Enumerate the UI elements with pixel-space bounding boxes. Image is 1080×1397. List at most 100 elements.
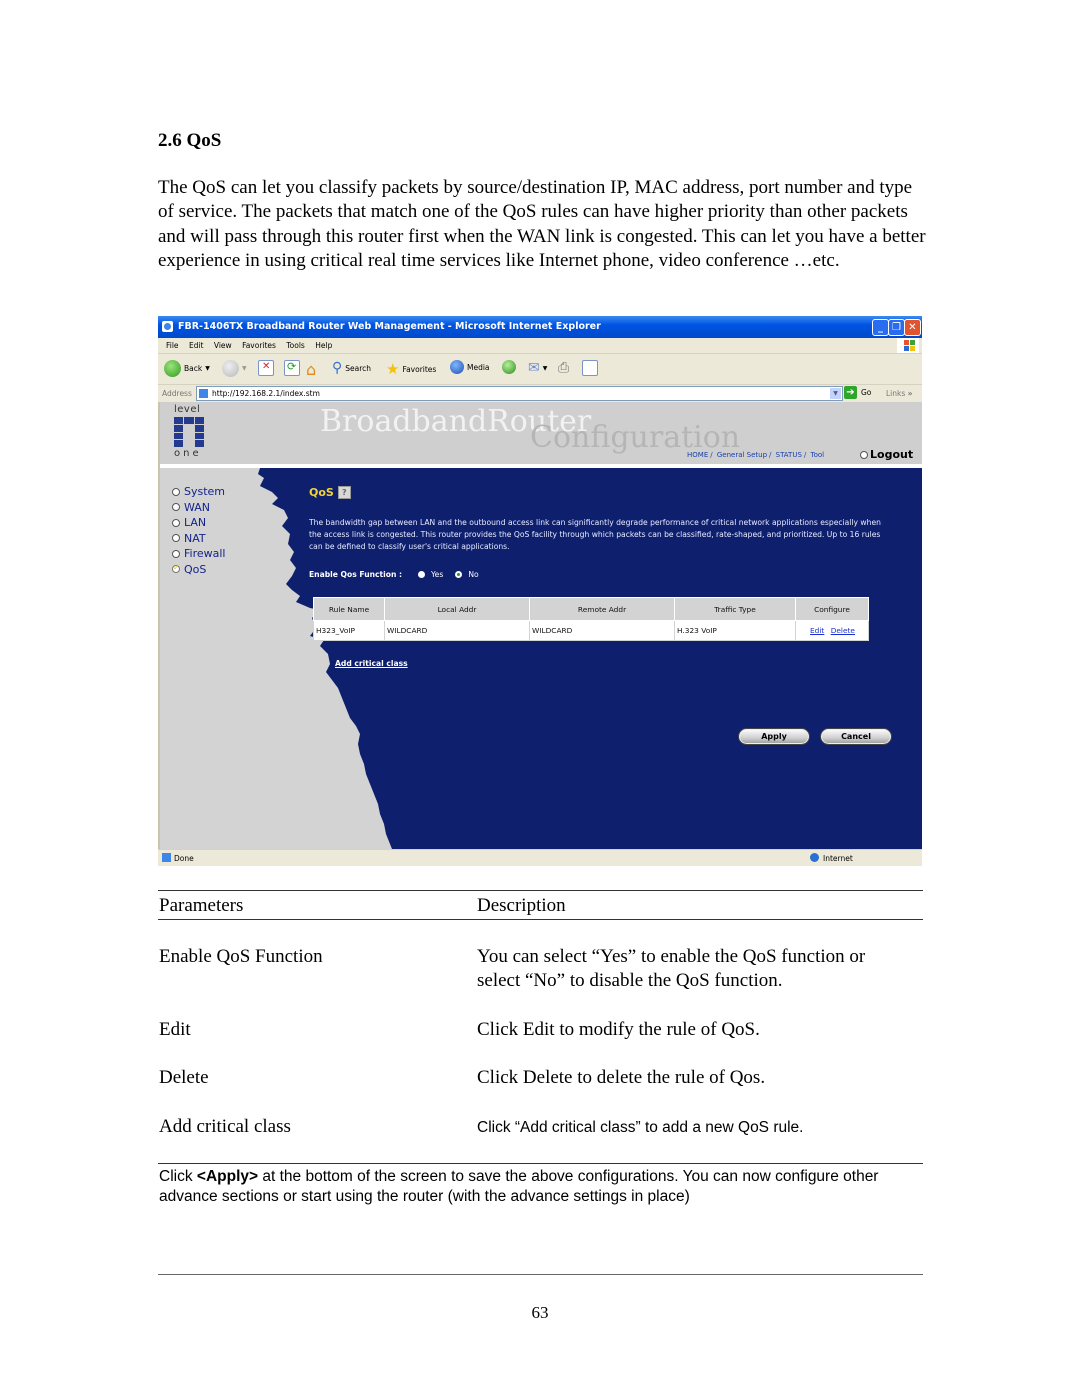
zone-text: Internet bbox=[823, 854, 853, 863]
desc-edit: Click Edit to modify the rule of QoS. bbox=[477, 1019, 760, 1040]
enable-yes-label: Yes bbox=[431, 570, 444, 579]
qos-description: The bandwidth gap between LAN and the ou… bbox=[309, 518, 881, 551]
close-button[interactable]: ✕ bbox=[904, 319, 921, 336]
sidebar-item-lan[interactable]: LAN bbox=[172, 515, 225, 531]
page-number: 63 bbox=[531, 1303, 549, 1322]
cancel-button[interactable]: Cancel bbox=[820, 728, 892, 745]
mail-button[interactable]: ✉ ▼ bbox=[528, 360, 547, 376]
address-url: http://192.168.2.1/index.stm bbox=[212, 389, 320, 398]
sidebar-nav: System WAN LAN NAT Firewall QoS bbox=[172, 484, 225, 577]
enable-no-label: No bbox=[468, 570, 479, 579]
menu-tools[interactable]: Tools bbox=[286, 341, 304, 350]
menu-favorites[interactable]: Favorites bbox=[242, 341, 276, 350]
cell-remote-addr: WILDCARD bbox=[529, 620, 675, 641]
print-button[interactable]: ⎙ bbox=[558, 360, 569, 376]
cell-local-addr: WILDCARD bbox=[384, 620, 530, 641]
refresh-button[interactable]: ⟳ bbox=[284, 360, 300, 376]
footer-rule bbox=[158, 1274, 923, 1275]
nav-general-setup[interactable]: General Setup bbox=[717, 451, 767, 459]
bullet-icon bbox=[172, 518, 180, 527]
qos-rules-table: Rule Name Local Addr Remote Addr Traffic… bbox=[313, 597, 869, 641]
param-add-critical-class: Add critical class bbox=[159, 1116, 291, 1137]
levelone-logo: level one bbox=[172, 404, 212, 462]
go-button[interactable]: ➔ Go bbox=[844, 386, 871, 399]
menu-file[interactable]: File bbox=[166, 341, 179, 350]
logout-bullet-icon bbox=[860, 450, 868, 459]
bullet-icon bbox=[172, 487, 180, 496]
history-button[interactable] bbox=[502, 360, 516, 374]
browser-window: FBR-1406TX Broadband Router Web Manageme… bbox=[158, 316, 922, 866]
col-traffic-type: Traffic Type bbox=[674, 597, 796, 621]
desc-enable-qos-line2: select “No” to disable the QoS function. bbox=[477, 970, 783, 991]
page-done-icon bbox=[162, 853, 171, 862]
sidebar-item-qos[interactable]: QoS bbox=[172, 560, 225, 578]
menu-help[interactable]: Help bbox=[315, 341, 332, 350]
menu-view[interactable]: View bbox=[214, 341, 232, 350]
sidebar-item-nat[interactable]: NAT bbox=[172, 531, 225, 547]
table-top-rule bbox=[158, 890, 923, 891]
params-header-description: Description bbox=[477, 895, 566, 916]
favorites-button[interactable]: ★ Favorites bbox=[386, 360, 436, 378]
back-arrow-icon bbox=[164, 360, 181, 377]
footnote-prefix: Click bbox=[159, 1168, 197, 1185]
mail-icon: ✉ bbox=[528, 360, 540, 376]
params-header-parameters: Parameters bbox=[159, 895, 244, 916]
address-dropdown-icon[interactable]: ▼ bbox=[830, 388, 841, 399]
nav-status[interactable]: STATUS bbox=[776, 451, 802, 459]
nav-tool[interactable]: Tool bbox=[810, 451, 824, 459]
param-enable-qos: Enable QoS Function bbox=[159, 946, 323, 967]
window-title: FBR-1406TX Broadband Router Web Manageme… bbox=[178, 321, 601, 332]
add-critical-class-link[interactable]: Add critical class bbox=[335, 659, 408, 668]
footnote-suffix: at the bottom of the screen to save the … bbox=[159, 1168, 879, 1205]
history-icon bbox=[502, 360, 516, 374]
home-button[interactable]: ⌂ bbox=[306, 360, 316, 379]
cell-traffic-type: H.323 VoIP bbox=[674, 620, 796, 641]
apply-button[interactable]: Apply bbox=[738, 728, 810, 745]
favorites-label: Favorites bbox=[402, 364, 437, 374]
intro-paragraph: The QoS can let you classify packets by … bbox=[158, 177, 926, 272]
col-local-addr: Local Addr bbox=[384, 597, 530, 621]
links-more-icon: » bbox=[907, 389, 913, 398]
stop-button[interactable]: ✕ bbox=[258, 360, 274, 376]
media-button[interactable]: Media bbox=[450, 360, 490, 374]
desc-delete: Click Delete to delete the rule of Qos. bbox=[477, 1067, 766, 1088]
edit-link[interactable]: Edit bbox=[810, 626, 824, 635]
stop-icon: ✕ bbox=[258, 360, 274, 376]
back-button[interactable]: Back ▼ bbox=[164, 360, 210, 377]
edit-page-icon bbox=[582, 360, 598, 376]
address-input[interactable]: http://192.168.2.1/index.stm ▼ bbox=[196, 386, 843, 401]
sidebar-item-label: NAT bbox=[184, 531, 206, 545]
edit-page-button[interactable] bbox=[582, 360, 598, 376]
sidebar-item-label: System bbox=[184, 485, 226, 498]
ie-icon bbox=[162, 321, 173, 332]
restore-button[interactable]: ❐ bbox=[888, 319, 905, 336]
col-configure: Configure bbox=[795, 597, 869, 621]
nav-home[interactable]: HOME bbox=[687, 451, 708, 459]
bullet-icon bbox=[172, 503, 180, 512]
forward-button[interactable]: ▼ bbox=[222, 360, 247, 377]
table-row: H323_VoIP WILDCARD WILDCARD H.323 VoIP E… bbox=[313, 620, 869, 641]
bullet-icon bbox=[172, 534, 180, 543]
menu-edit[interactable]: Edit bbox=[189, 341, 204, 350]
sidebar-item-label: QoS bbox=[184, 562, 207, 576]
check-bullet-icon bbox=[172, 560, 180, 576]
page-title: QoS ? bbox=[309, 486, 351, 499]
minimize-button[interactable]: _ bbox=[872, 319, 889, 336]
sidebar-item-firewall[interactable]: Firewall bbox=[172, 546, 225, 562]
enable-qos-label: Enable Qos Function : bbox=[309, 570, 403, 579]
links-button[interactable]: Links » bbox=[886, 389, 913, 398]
footnote-apply: <Apply> bbox=[196, 1168, 259, 1185]
logout-link[interactable]: Logout bbox=[860, 448, 913, 461]
col-rule-name: Rule Name bbox=[313, 597, 385, 621]
page-title-text: QoS bbox=[309, 486, 334, 499]
enable-yes-radio[interactable] bbox=[418, 571, 426, 578]
search-button[interactable]: ⚲ Search bbox=[332, 360, 371, 376]
sidebar-item-wan[interactable]: WAN bbox=[172, 500, 225, 516]
enable-no-radio[interactable] bbox=[455, 571, 463, 578]
home-icon: ⌂ bbox=[306, 360, 317, 379]
help-icon[interactable]: ? bbox=[337, 486, 351, 499]
delete-link[interactable]: Delete bbox=[831, 626, 855, 635]
mail-dropdown-icon: ▼ bbox=[542, 364, 548, 372]
sidebar-item-system[interactable]: System bbox=[172, 484, 225, 500]
logo-text-top: level bbox=[174, 404, 201, 415]
